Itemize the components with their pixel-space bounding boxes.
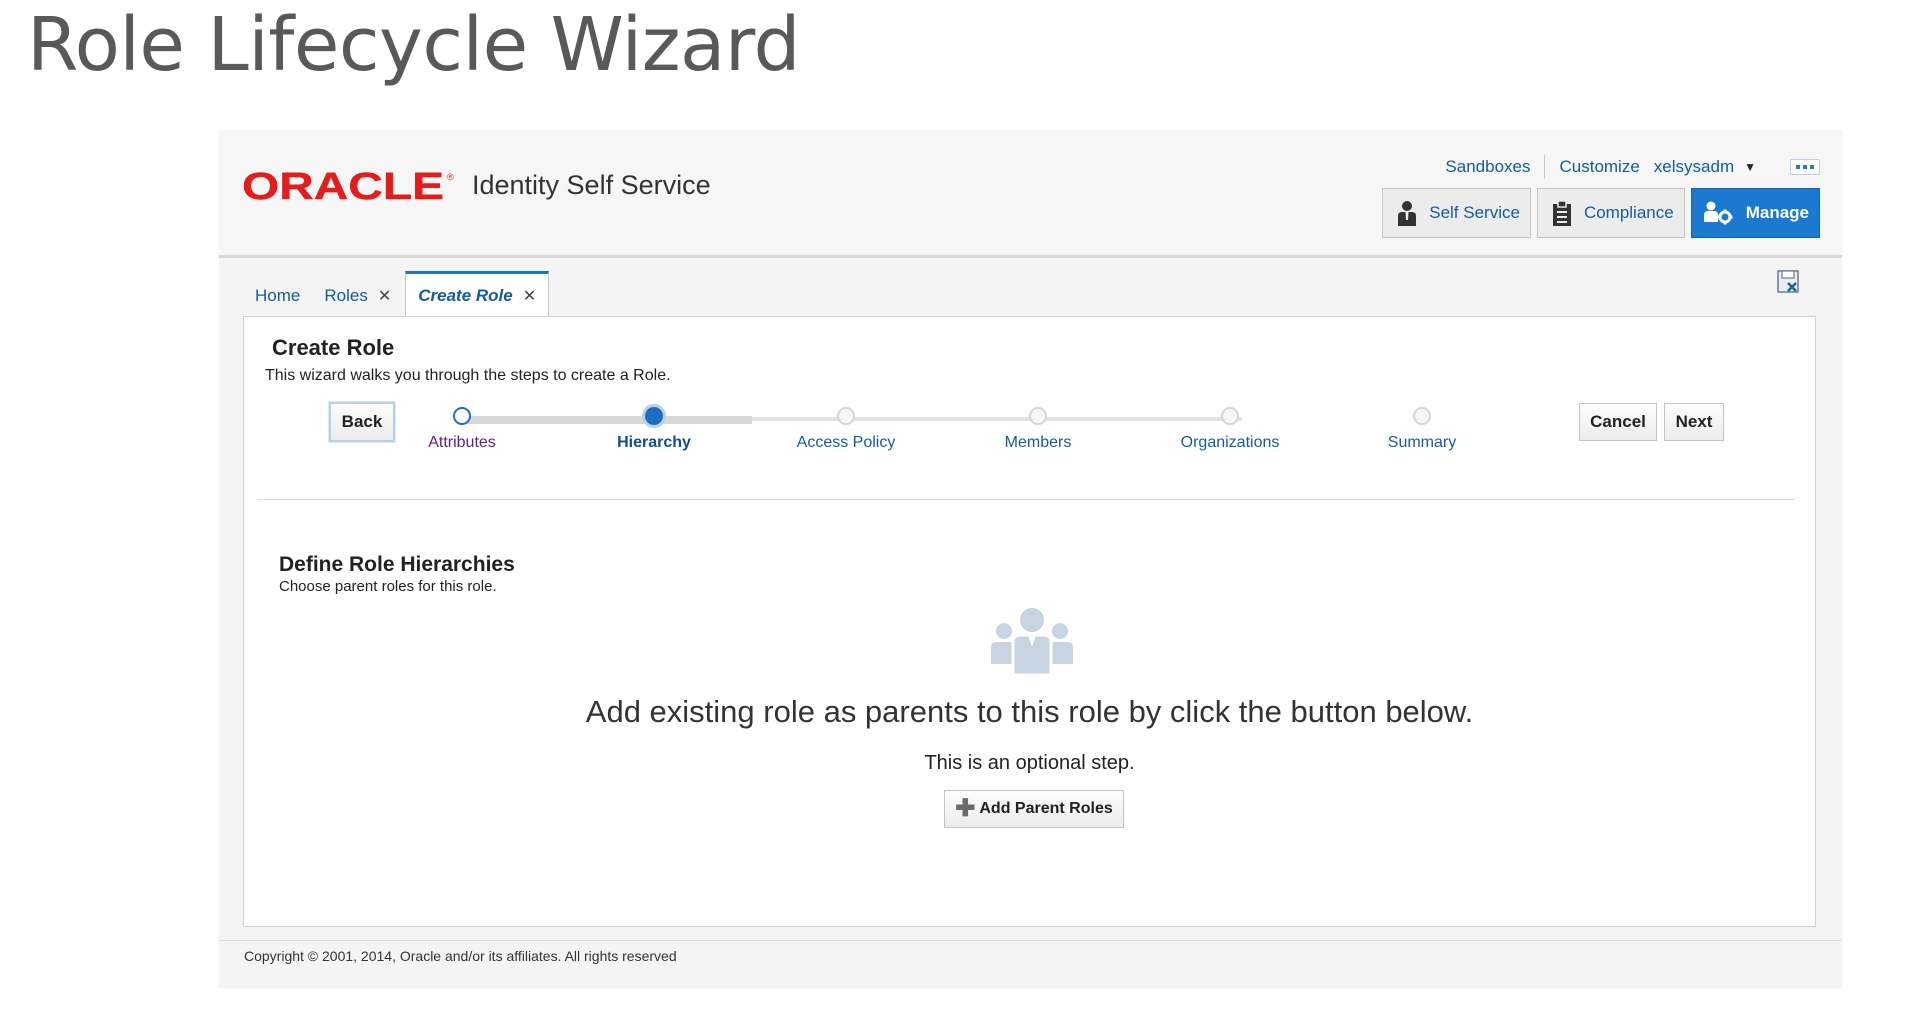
manage-label: Manage	[1745, 203, 1809, 222]
step-marker	[1029, 407, 1047, 425]
step-label: Hierarchy	[617, 434, 691, 451]
people-group-icon	[991, 608, 1073, 677]
wizard-description: This wizard walks you through the steps …	[265, 367, 671, 384]
caret-down-icon: ▼	[1744, 160, 1756, 174]
step-marker	[837, 407, 855, 425]
tab-create-role-label: Create Role	[418, 285, 513, 305]
step-organizations[interactable]: Organizations	[1150, 405, 1310, 452]
wizard-title: Create Role	[272, 335, 395, 360]
user-name: xelsysadm	[1653, 157, 1735, 176]
step-label: Access Policy	[796, 434, 896, 451]
self-service-label: Self Service	[1429, 203, 1520, 222]
step-marker	[453, 407, 471, 425]
svg-text:®: ®	[447, 172, 454, 182]
tab-roles-label: Roles	[324, 286, 368, 305]
customize-link[interactable]: Customize	[1559, 157, 1639, 177]
footer-divider	[219, 940, 1842, 941]
oracle-logo: ORACLE ®	[242, 168, 454, 204]
plus-icon: ✚	[955, 795, 976, 822]
close-icon[interactable]: ✕	[378, 286, 391, 306]
global-links: Sandboxes Customize xelsysadm ▼	[1445, 155, 1820, 179]
step-hierarchy[interactable]: Hierarchy	[574, 404, 734, 452]
step-attributes[interactable]: Attributes	[382, 405, 542, 452]
svg-text:ORACLE: ORACLE	[242, 168, 444, 204]
slide-title: Role Lifecycle Wizard	[27, 2, 801, 88]
section-title: Define Role Hierarchies	[279, 553, 515, 576]
step-label: Attributes	[428, 434, 496, 451]
clipboard-icon	[1552, 200, 1571, 226]
link-separator	[1544, 155, 1546, 179]
add-parent-roles-button[interactable]: ✚ Add Parent Roles	[944, 790, 1124, 828]
wizard-train: Attributes Hierarchy Access Policy Membe…	[409, 404, 1559, 465]
wizard-panel: Create Role This wizard walks you throug…	[243, 316, 1816, 927]
optional-note: This is an optional step.	[924, 752, 1135, 774]
section-divider	[257, 499, 1795, 500]
users-gear-icon	[1703, 201, 1733, 225]
empty-state-message: Add existing role as parents to this rol…	[585, 694, 1474, 729]
compliance-button[interactable]: Compliance	[1536, 188, 1685, 238]
tab-home-label: Home	[255, 286, 301, 305]
close-icon[interactable]: ✕	[523, 286, 536, 306]
step-marker	[1221, 407, 1239, 425]
step-members[interactable]: Members	[958, 405, 1118, 452]
self-service-button[interactable]: Self Service	[1382, 188, 1531, 238]
sandboxes-link[interactable]: Sandboxes	[1445, 157, 1530, 177]
tab-roles[interactable]: Roles ✕	[312, 275, 403, 317]
step-label: Summary	[1387, 434, 1457, 451]
nav-buttons: Self Service Compliance Manage	[1382, 188, 1820, 238]
tab-create-role[interactable]: Create Role ✕	[405, 271, 550, 317]
step-label: Members	[1004, 434, 1072, 451]
step-summary[interactable]: Summary	[1342, 405, 1502, 452]
step-access-policy[interactable]: Access Policy	[766, 405, 926, 452]
next-button[interactable]: Next	[1664, 403, 1724, 441]
add-parent-roles-label: Add Parent Roles	[979, 800, 1113, 817]
step-marker	[642, 404, 666, 428]
more-options-icon[interactable]	[1790, 159, 1820, 175]
app-header: ORACLE ® Identity Self Service Sandboxes…	[219, 130, 1842, 258]
tab-home[interactable]: Home	[243, 275, 312, 317]
step-label: Organizations	[1180, 434, 1280, 451]
user-menu[interactable]: xelsysadm ▼	[1654, 157, 1756, 177]
compliance-label: Compliance	[1583, 203, 1674, 222]
cancel-button[interactable]: Cancel	[1579, 403, 1657, 441]
app-window: ORACLE ® Identity Self Service Sandboxes…	[219, 130, 1842, 988]
export-icon[interactable]	[1776, 270, 1802, 294]
product-name: Identity Self Service	[472, 170, 711, 200]
section-description: Choose parent roles for this role.	[279, 578, 497, 595]
step-marker	[1413, 407, 1431, 425]
person-icon	[1398, 201, 1417, 226]
tab-bar: Home Roles ✕ Create Role ✕	[243, 271, 550, 317]
manage-button[interactable]: Manage	[1690, 188, 1820, 238]
copyright-text: Copyright © 2001, 2014, Oracle and/or it…	[244, 948, 677, 964]
